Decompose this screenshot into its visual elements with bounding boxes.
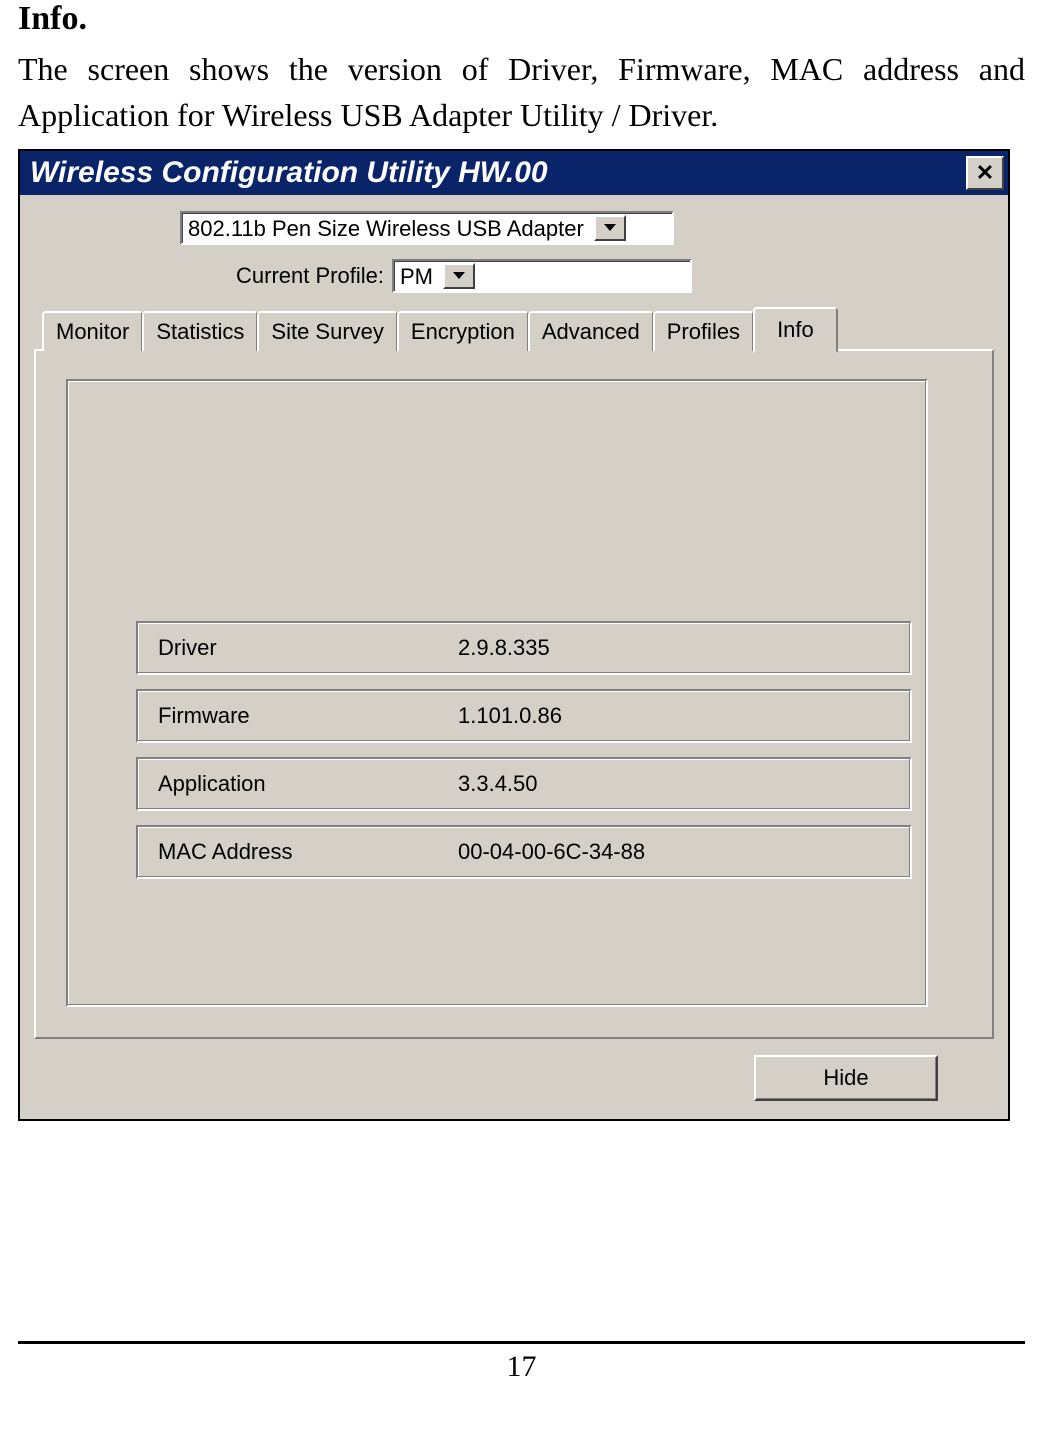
tab-site-survey[interactable]: Site Survey: [257, 311, 398, 351]
info-value-mac-address: 00-04-00-6C-34-88: [458, 839, 645, 865]
tab-info[interactable]: Info: [753, 307, 838, 353]
info-label-application: Application: [158, 771, 458, 797]
info-row-firmware: Firmware 1.101.0.86: [136, 689, 912, 743]
doc-heading: Info.: [18, 0, 1025, 38]
current-profile-label: Current Profile:: [236, 263, 384, 289]
chevron-down-icon: [453, 272, 465, 279]
profile-dropdown-value: PM: [394, 261, 441, 291]
info-label-driver: Driver: [158, 635, 458, 661]
info-value-firmware: 1.101.0.86: [458, 703, 562, 729]
doc-paragraph: The screen shows the version of Driver, …: [18, 46, 1025, 139]
window-close-button[interactable]: ✕: [966, 156, 1004, 190]
info-row-driver: Driver 2.9.8.335: [136, 621, 912, 675]
tab-strip: Monitor Statistics Site Survey Encryptio…: [42, 305, 998, 349]
profile-dropdown-button[interactable]: [443, 263, 475, 289]
app-window: Wireless Configuration Utility HW.00 ✕ 8…: [18, 149, 1010, 1121]
tab-advanced[interactable]: Advanced: [528, 311, 654, 351]
window-title: Wireless Configuration Utility HW.00: [30, 156, 548, 190]
page-number: 17: [18, 1350, 1025, 1384]
info-row-mac-address: MAC Address 00-04-00-6C-34-88: [136, 825, 912, 879]
info-row-application: Application 3.3.4.50: [136, 757, 912, 811]
tab-profiles[interactable]: Profiles: [653, 311, 754, 351]
window-client-area: 802.11b Pen Size Wireless USB Adapter Cu…: [20, 195, 1008, 1119]
tab-statistics[interactable]: Statistics: [142, 311, 258, 351]
profile-dropdown[interactable]: PM: [392, 259, 692, 293]
info-label-mac-address: MAC Address: [158, 839, 458, 865]
info-label-firmware: Firmware: [158, 703, 458, 729]
chevron-down-icon: [604, 224, 616, 231]
footer-rule: [18, 1341, 1025, 1344]
info-value-application: 3.3.4.50: [458, 771, 538, 797]
adapter-dropdown-button[interactable]: [594, 215, 626, 241]
info-value-driver: 2.9.8.335: [458, 635, 550, 661]
info-table: Driver 2.9.8.335 Firmware 1.101.0.86 App…: [136, 621, 912, 893]
tab-encryption[interactable]: Encryption: [397, 311, 529, 351]
close-icon: ✕: [976, 160, 994, 186]
adapter-dropdown-value: 802.11b Pen Size Wireless USB Adapter: [182, 213, 592, 243]
hide-button[interactable]: Hide: [754, 1055, 938, 1101]
tab-monitor[interactable]: Monitor: [42, 311, 143, 351]
window-titlebar: Wireless Configuration Utility HW.00 ✕: [20, 151, 1008, 195]
tab-page-info: Driver 2.9.8.335 Firmware 1.101.0.86 App…: [34, 349, 994, 1039]
adapter-dropdown[interactable]: 802.11b Pen Size Wireless USB Adapter: [180, 211, 674, 245]
